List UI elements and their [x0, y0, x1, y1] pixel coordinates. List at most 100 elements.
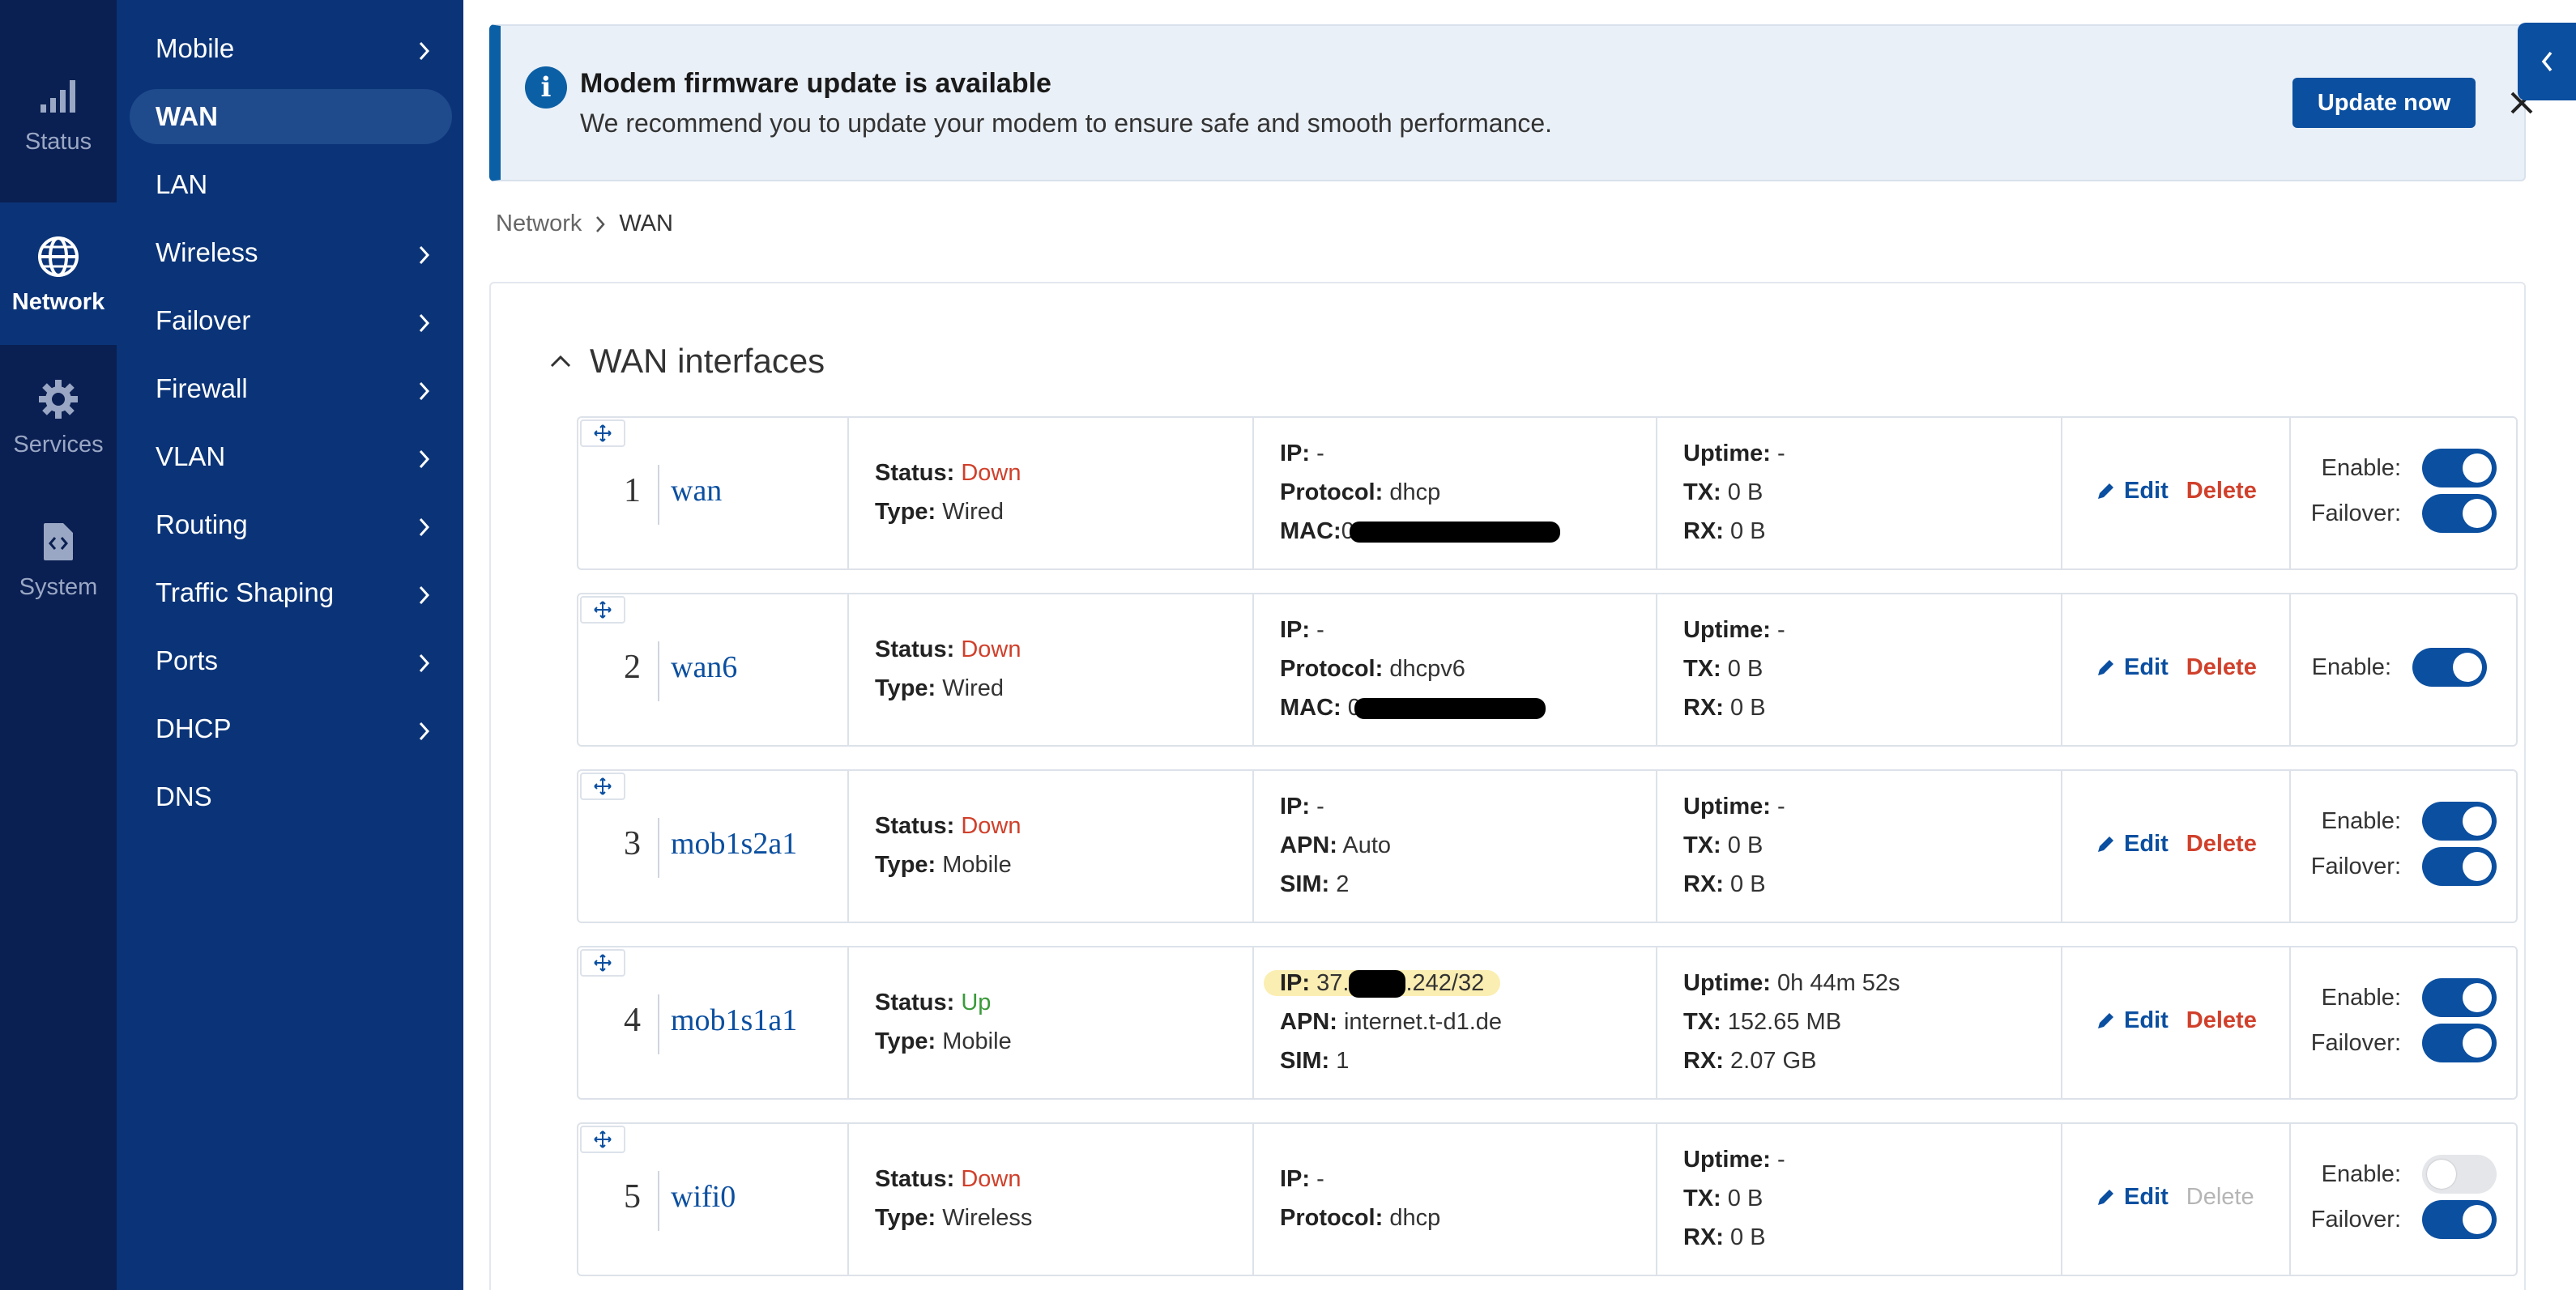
info-icon: i — [525, 66, 567, 109]
submenu-item-traffic-shaping[interactable]: Traffic Shaping — [130, 565, 452, 620]
uptime-value: - — [1777, 1147, 1785, 1173]
breadcrumb: Network WAN — [496, 211, 673, 237]
interface-index: 1 — [624, 472, 641, 509]
network-submenu: Mobile WAN LAN Wireless Failover Firewal… — [117, 0, 463, 1290]
signal-bars-icon — [39, 72, 78, 121]
status-cell: Status: Down Type: Mobile — [849, 771, 1254, 922]
submenu-item-dns[interactable]: DNS — [130, 769, 452, 824]
ip-value: - — [1316, 794, 1324, 820]
chevron-right-icon — [418, 717, 431, 748]
ip-label: IP: — [1280, 794, 1311, 820]
submenu-item-failover[interactable]: Failover — [130, 293, 452, 348]
status-cell: Status: Down Type: Wireless — [849, 1124, 1254, 1275]
rail-item-system[interactable]: System — [0, 487, 117, 630]
interface-index: 2 — [624, 649, 641, 686]
rail-item-status[interactable]: Status — [0, 42, 117, 185]
mac-label: MAC: — [1280, 695, 1341, 721]
drag-handle-icon[interactable] — [580, 419, 625, 447]
rail-item-services[interactable]: Services — [0, 345, 117, 487]
drag-handle-icon[interactable] — [580, 949, 625, 977]
delete-button[interactable]: Delete — [2186, 478, 2257, 505]
delete-button[interactable]: Delete — [2186, 1184, 2254, 1211]
tx-value: 0 B — [1727, 479, 1764, 505]
rail-item-network[interactable]: Network — [0, 202, 117, 345]
submenu-item-mobile[interactable]: Mobile — [130, 21, 452, 76]
sim-value: 2 — [1336, 871, 1350, 897]
edit-button[interactable]: Edit — [2095, 654, 2169, 681]
delete-button[interactable]: Delete — [2186, 654, 2257, 681]
toggles-cell: Enable: Failover: — [2291, 771, 2519, 922]
submenu-item-wireless[interactable]: Wireless — [130, 225, 452, 280]
edit-label: Edit — [2124, 831, 2169, 857]
status-value: Down — [961, 460, 1021, 486]
submenu-item-lan[interactable]: LAN — [130, 157, 452, 212]
sim-label: SIM: — [1280, 871, 1330, 897]
drag-handle-icon[interactable] — [580, 596, 625, 624]
failover-toggle[interactable] — [2422, 494, 2497, 533]
edit-button[interactable]: Edit — [2095, 1007, 2169, 1034]
chevron-right-icon — [418, 581, 431, 612]
submenu-item-firewall[interactable]: Firewall — [130, 361, 452, 416]
traffic-cell: Uptime: - TX: 0 B RX: 0 B — [1657, 1124, 2062, 1275]
drag-handle-icon[interactable] — [580, 773, 625, 800]
update-now-button[interactable]: Update now — [2292, 78, 2476, 128]
type-value: Mobile — [942, 852, 1012, 878]
traffic-cell: Uptime: - TX: 0 B RX: 0 B — [1657, 594, 2062, 745]
enable-label: Enable: — [2321, 984, 2401, 1011]
drag-handle-icon[interactable] — [580, 1126, 625, 1153]
enable-toggle[interactable] — [2422, 1155, 2497, 1194]
submenu-item-routing[interactable]: Routing — [130, 497, 452, 552]
tx-label: TX: — [1683, 656, 1721, 682]
failover-label: Failover: — [2310, 1029, 2401, 1056]
protocol-label: Protocol: — [1280, 656, 1384, 682]
toggles-cell: Enable: Failover: — [2291, 418, 2519, 568]
delete-button[interactable]: Delete — [2186, 831, 2257, 858]
edit-button[interactable]: Edit — [2095, 478, 2169, 505]
protocol-label: Protocol: — [1280, 1205, 1384, 1231]
submenu-item-vlan[interactable]: VLAN — [130, 429, 452, 484]
submenu-item-label: Traffic Shaping — [156, 577, 335, 607]
tx-value: 152.65 MB — [1727, 1009, 1842, 1035]
toggles-cell: Enable: — [2291, 594, 2519, 745]
type-value: Mobile — [942, 1028, 1012, 1054]
edit-label: Edit — [2124, 478, 2169, 504]
interface-row-wifi0: 5 wifi0 Status: Down Type: Wireless IP: … — [577, 1122, 2518, 1276]
interface-index: 3 — [624, 825, 641, 862]
enable-toggle[interactable] — [2422, 802, 2497, 841]
interface-index: 5 — [624, 1178, 641, 1215]
failover-toggle[interactable] — [2422, 1024, 2497, 1062]
uptime-value: - — [1777, 441, 1785, 466]
section-title: WAN interfaces — [590, 342, 825, 380]
enable-toggle[interactable] — [2422, 978, 2497, 1017]
ip-label: IP: — [1280, 441, 1311, 466]
edit-label: Edit — [2124, 1007, 2169, 1033]
edit-button[interactable]: Edit — [2095, 831, 2169, 858]
submenu-item-ports[interactable]: Ports — [130, 633, 452, 688]
submenu-item-label: LAN — [156, 169, 208, 199]
edit-button[interactable]: Edit — [2095, 1184, 2169, 1211]
tx-label: TX: — [1683, 1186, 1721, 1211]
protocol-value: dhcp — [1389, 1205, 1441, 1231]
failover-toggle[interactable] — [2422, 1200, 2497, 1239]
chevron-right-icon — [418, 649, 431, 680]
status-value: Down — [961, 1166, 1021, 1192]
enable-label: Enable: — [2321, 1160, 2401, 1187]
address-cell: IP: - Protocol: dhcpv6 MAC: 0 — [1254, 594, 1657, 745]
enable-toggle[interactable] — [2412, 648, 2487, 687]
submenu-item-dhcp[interactable]: DHCP — [130, 701, 452, 756]
gear-icon — [37, 375, 79, 424]
banner-title: Modem firmware update is available — [580, 68, 1051, 99]
submenu-item-wan[interactable]: WAN — [130, 89, 452, 144]
failover-toggle[interactable] — [2422, 847, 2497, 886]
section-header[interactable]: WAN interfaces — [549, 342, 825, 381]
enable-toggle[interactable] — [2422, 449, 2497, 487]
collapse-panel-button[interactable] — [2518, 23, 2576, 100]
interface-row-mob1s2a1: 3 mob1s2a1 Status: Down Type: Mobile IP:… — [577, 769, 2518, 923]
failover-label: Failover: — [2310, 500, 2401, 526]
interface-name-cell: 1 wan — [578, 418, 849, 568]
delete-button[interactable]: Delete — [2186, 1007, 2257, 1034]
status-cell: Status: Up Type: Mobile — [849, 947, 1254, 1098]
breadcrumb-network-link[interactable]: Network — [496, 211, 582, 237]
interface-name-cell: 4 mob1s1a1 — [578, 947, 849, 1098]
rx-label: RX: — [1683, 871, 1724, 897]
